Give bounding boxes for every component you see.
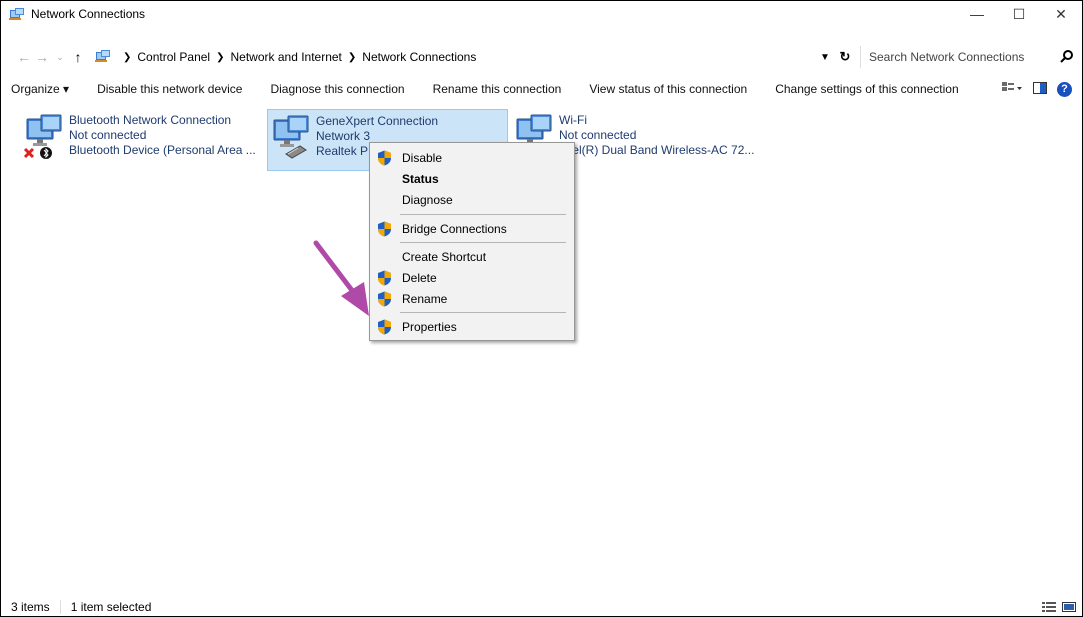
network-connections-window: Network Connections — ☐ ✕ ← → ⌄ ↑ ❯ Cont… [0,0,1083,617]
breadcrumb-separator-icon[interactable]: ❯ [123,52,131,63]
refresh-icon[interactable]: ↻ [834,49,856,65]
window-title: Network Connections [31,7,146,21]
connection-status: Not connected [69,128,147,142]
menu-item-delete[interactable]: Delete [370,267,574,289]
item-count: 3 items [11,600,50,614]
window-controls: — ☐ ✕ [956,1,1082,27]
recent-locations-chevron-icon[interactable]: ⌄ [51,52,69,63]
connection-device: Bluetooth Device (Personal Area ... [69,143,256,157]
command-bar: Organize ▾ Disable this network device D… [1,77,1082,101]
menu-item-bridge-connections[interactable]: Bridge Connections [370,218,574,240]
connection-item-bluetooth[interactable]: Bluetooth Network Connection Not connect… [21,109,261,171]
address-bar: ← → ⌄ ↑ ❯ Control Panel ❯ Network and In… [1,41,1082,73]
menu-item-label: Rename [402,292,448,306]
menu-item-rename[interactable]: Rename [370,288,574,310]
menu-separator [400,312,566,313]
address-dropdown-icon[interactable]: ▼ [816,52,834,63]
network-adapter-icon [21,109,69,169]
help-icon[interactable]: ? [1057,81,1072,97]
menu-item-properties[interactable]: Properties [370,316,574,338]
shield-icon [378,150,391,166]
menu-item-disable[interactable]: Disable [370,147,574,169]
search-icon[interactable] [1060,49,1074,63]
forward-arrow-icon[interactable]: → [33,49,51,65]
up-arrow-icon[interactable]: ↑ [69,49,87,65]
menu-item-create-shortcut[interactable]: Create Shortcut [370,246,574,268]
menu-item-label: Status [402,172,439,186]
shield-icon [378,221,391,237]
close-button[interactable]: ✕ [1040,1,1082,27]
rename-connection-button[interactable]: Rename this connection [433,82,562,96]
change-view-icon[interactable] [1001,81,1023,98]
diagnose-connection-button[interactable]: Diagnose this connection [270,82,404,96]
change-settings-button[interactable]: Change settings of this connection [775,82,958,96]
connection-name: Wi-Fi [559,113,587,127]
network-connections-icon [9,7,25,21]
menu-item-label: Properties [402,320,457,334]
context-menu: Disable Status Diagnose Bridge Connectio… [369,142,575,341]
details-view-icon[interactable] [1042,601,1056,616]
breadcrumb-separator-icon[interactable]: ❯ [216,52,224,63]
ethernet-adapter-icon [268,110,316,170]
breadcrumb-network-connections[interactable]: Network Connections [362,50,476,64]
status-bar: 3 items 1 item selected [1,597,1082,617]
maximize-button[interactable]: ☐ [998,1,1040,27]
menu-separator [400,242,566,243]
shield-icon [378,291,391,307]
shield-icon [378,270,391,286]
connection-device: Intel(R) Dual Band Wireless-AC 72... [559,143,755,157]
connection-name: GeneXpert Connection [316,114,439,128]
breadcrumb-control-panel[interactable]: Control Panel [137,50,210,64]
connection-status: Not connected [559,128,637,142]
status-view-toggles [1042,601,1076,616]
organize-button[interactable]: Organize ▾ [11,82,69,96]
view-controls: ? [1001,77,1072,101]
menu-item-label: Create Shortcut [402,250,487,264]
large-icons-view-icon[interactable] [1062,601,1076,616]
minimize-button[interactable]: — [956,1,998,27]
menu-item-label: Bridge Connections [402,222,507,236]
breadcrumb: ❯ Control Panel ❯ Network and Internet ❯… [95,46,476,68]
disable-device-button[interactable]: Disable this network device [97,82,242,96]
menu-item-status[interactable]: Status [370,168,574,190]
back-arrow-icon[interactable]: ← [15,49,33,65]
menu-item-diagnose[interactable]: Diagnose [370,189,574,211]
menu-item-label: Disable [402,151,443,165]
selection-count: 1 item selected [59,600,162,614]
breadcrumb-network-and-internet[interactable]: Network and Internet [231,50,342,64]
menu-separator [400,214,566,215]
preview-pane-icon[interactable] [1033,81,1047,97]
shield-icon [378,319,391,335]
menu-item-label: Diagnose [402,193,453,207]
menu-item-label: Delete [402,271,437,285]
search-input[interactable]: Search Network Connections [860,46,1054,68]
breadcrumb-separator-icon[interactable]: ❯ [348,52,356,63]
address-controls: ▼ ↻ Search Network Connections [816,41,1082,73]
connection-name: Bluetooth Network Connection [69,113,232,127]
title-bar: Network Connections — ☐ ✕ [1,1,1082,27]
location-icon [95,49,111,66]
view-status-button[interactable]: View status of this connection [589,82,747,96]
